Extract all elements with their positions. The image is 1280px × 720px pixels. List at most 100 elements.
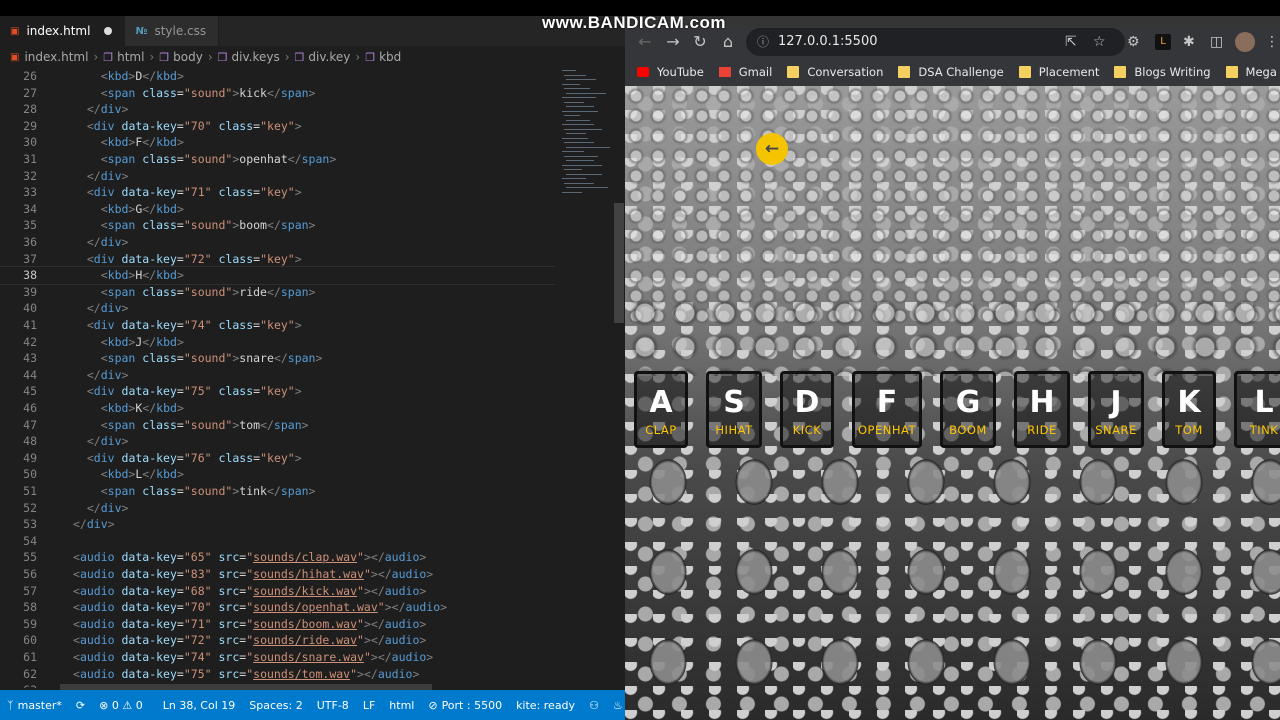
code-line[interactable]: 47 <span class="sound">tom</span>: [0, 417, 555, 434]
chevron-right-icon: ›: [149, 50, 155, 64]
code-line[interactable]: 29 <div data-key="70" class="key">: [0, 118, 555, 135]
code-line[interactable]: 36 </div>: [0, 234, 555, 251]
code-line[interactable]: 33 <div data-key="71" class="key">: [0, 184, 555, 201]
code-line[interactable]: 43 <span class="sound">snare</span>: [0, 350, 555, 367]
branch-indicator[interactable]: ᛉ master*: [0, 690, 69, 720]
code-line[interactable]: 32 </div>: [0, 168, 555, 185]
sidepanel-icon[interactable]: ◫: [1210, 30, 1223, 54]
sync-icon[interactable]: ⟳: [69, 690, 92, 720]
tab-label: style.css: [154, 24, 207, 38]
code-line[interactable]: 52 </div>: [0, 500, 555, 517]
cursor-position[interactable]: Ln 38, Col 19: [156, 690, 243, 720]
gear-icon[interactable]: ⚙: [1127, 30, 1140, 54]
code-line[interactable]: 44 </div>: [0, 367, 555, 384]
drum-key-l[interactable]: L TINK: [1234, 371, 1280, 448]
drum-key-d[interactable]: D KICK: [780, 371, 834, 448]
encoding[interactable]: UTF-8: [310, 690, 356, 720]
bookmark-placement[interactable]: Placement: [1018, 65, 1099, 79]
breadcrumb-item[interactable]: ❒ html: [103, 50, 144, 64]
code-line[interactable]: 30 <kbd>F</kbd>: [0, 134, 555, 151]
code-line[interactable]: 58 <audio data-key="70" src="sounds/openh…: [0, 599, 555, 616]
scrollbar-thumb[interactable]: [614, 203, 624, 323]
home-icon[interactable]: ⌂: [716, 30, 740, 54]
code-line[interactable]: 27 <span class="sound">kick</span>: [0, 85, 555, 102]
bookmark-mega[interactable]: Mega: [1225, 65, 1277, 79]
code-area[interactable]: 26 <kbd>D</kbd> 27 <span class="sound">ki…: [0, 68, 555, 688]
code-line[interactable]: 54: [0, 533, 555, 550]
breadcrumb-item[interactable]: ❒ div.keys: [218, 50, 280, 64]
code-line[interactable]: 53 </div>: [0, 516, 555, 533]
code-line[interactable]: 39 <span class="sound">ride</span>: [0, 284, 555, 301]
code-line[interactable]: 28 </div>: [0, 101, 555, 118]
code-text: <audio data-key="75" src="sounds/tom.wav…: [73, 666, 420, 681]
line-number: 57: [23, 583, 37, 598]
code-text: </div>: [86, 102, 129, 117]
code-line[interactable]: 55 <audio data-key="65" src="sounds/clap.…: [0, 549, 555, 566]
code-line[interactable]: 50 <kbd>L</kbd>: [0, 466, 555, 483]
account-icon[interactable]: ⚇: [582, 690, 606, 720]
code-line[interactable]: 49 <div data-key="76" class="key">: [0, 450, 555, 467]
code-line[interactable]: 62 <audio data-key="75" src="sounds/tom.w…: [0, 666, 555, 683]
code-text: </div>: [86, 500, 129, 515]
minimap-line: [562, 124, 594, 125]
drum-key-g[interactable]: G BOOM: [940, 371, 996, 448]
bookmark-gmail[interactable]: Gmail: [718, 65, 772, 79]
code-line[interactable]: 45 <div data-key="75" class="key">: [0, 383, 555, 400]
code-line[interactable]: 56 <audio data-key="83" src="sounds/hihat…: [0, 566, 555, 583]
minimap[interactable]: [558, 68, 614, 208]
drum-key-a[interactable]: A CLAP: [634, 371, 688, 448]
reload-icon[interactable]: ↻: [688, 30, 712, 54]
code-line[interactable]: 46 <kbd>K</kbd>: [0, 400, 555, 417]
code-line[interactable]: 59 <audio data-key="71" src="sounds/boom.…: [0, 616, 555, 633]
code-line[interactable]: 42 <kbd>J</kbd>: [0, 334, 555, 351]
kite-status[interactable]: kite: ready: [509, 690, 582, 720]
info-icon[interactable]: ⓘ: [757, 28, 769, 56]
code-line[interactable]: 26 <kbd>D</kbd>: [0, 68, 555, 85]
breadcrumb-item[interactable]: ▣ index.html: [10, 50, 88, 64]
code-line[interactable]: 40 </div>: [0, 300, 555, 317]
unsaved-dot-icon[interactable]: [104, 27, 113, 35]
star-icon[interactable]: ☆: [1093, 30, 1106, 54]
tab-index-html[interactable]: ▣ index.html: [0, 16, 126, 46]
puzzle-icon[interactable]: ✱: [1183, 30, 1195, 54]
bookmark-conversation[interactable]: Conversation: [787, 65, 883, 79]
bookmark-youtube[interactable]: YouTube: [637, 65, 704, 79]
share-icon[interactable]: ⇱: [1065, 30, 1077, 54]
code-line[interactable]: 34 <kbd>G</kbd>: [0, 201, 555, 218]
line-number: 58: [23, 600, 37, 615]
drum-key-h[interactable]: H RIDE: [1014, 371, 1070, 448]
breadcrumb-item[interactable]: ❒ div.key: [295, 50, 351, 64]
drum-key-f[interactable]: F OPENHAT: [852, 371, 922, 448]
code-line[interactable]: 41 <div data-key="74" class="key">: [0, 317, 555, 334]
code-line[interactable]: 57 <audio data-key="68" src="sounds/kick.…: [0, 583, 555, 600]
line-ending[interactable]: LF: [356, 690, 382, 720]
line-number: 44: [23, 367, 37, 382]
back-icon[interactable]: ←: [633, 30, 657, 54]
bookmark-blogs-writing[interactable]: Blogs Writing: [1114, 65, 1211, 79]
code-line[interactable]: 37 <div data-key="72" class="key">: [0, 251, 555, 268]
code-line[interactable]: 51 <span class="sound">tink</span>: [0, 483, 555, 500]
breadcrumb-item[interactable]: ❒ body: [159, 50, 203, 64]
drum-key-j[interactable]: J SNARE: [1088, 371, 1144, 448]
drum-key-k[interactable]: K TOM: [1162, 371, 1216, 448]
live-server-port[interactable]: ⊘ Port : 5500: [421, 690, 509, 720]
vertical-scrollbar[interactable]: [614, 68, 624, 688]
forward-icon[interactable]: →: [661, 30, 685, 54]
code-line[interactable]: 60 <audio data-key="72" src="sounds/ride.…: [0, 632, 555, 649]
extension-icon[interactable]: L: [1155, 34, 1171, 50]
code-line[interactable]: 61 <audio data-key="74" src="sounds/snare…: [0, 649, 555, 666]
code-line[interactable]: 38 <kbd>H</kbd>: [0, 266, 555, 285]
avatar[interactable]: [1235, 32, 1255, 52]
menu-icon[interactable]: ⋮: [1265, 30, 1279, 54]
code-line[interactable]: 31 <span class="sound">openhat</span>: [0, 151, 555, 168]
code-line[interactable]: 35 <span class="sound">boom</span>: [0, 217, 555, 234]
code-line[interactable]: 48 </div>: [0, 433, 555, 450]
language-mode[interactable]: html: [382, 690, 421, 720]
breadcrumb-item[interactable]: ❒ kbd: [365, 50, 401, 64]
indentation[interactable]: Spaces: 2: [242, 690, 309, 720]
drum-key-s[interactable]: S HIHAT: [706, 371, 762, 448]
bookmark-dsa-challenge[interactable]: DSA Challenge: [898, 65, 1004, 79]
bell-icon[interactable]: ♨: [606, 690, 625, 720]
problems-indicator[interactable]: ⊗ 0 ⚠ 0: [92, 690, 150, 720]
tab-style-css[interactable]: № style.css: [125, 16, 220, 46]
